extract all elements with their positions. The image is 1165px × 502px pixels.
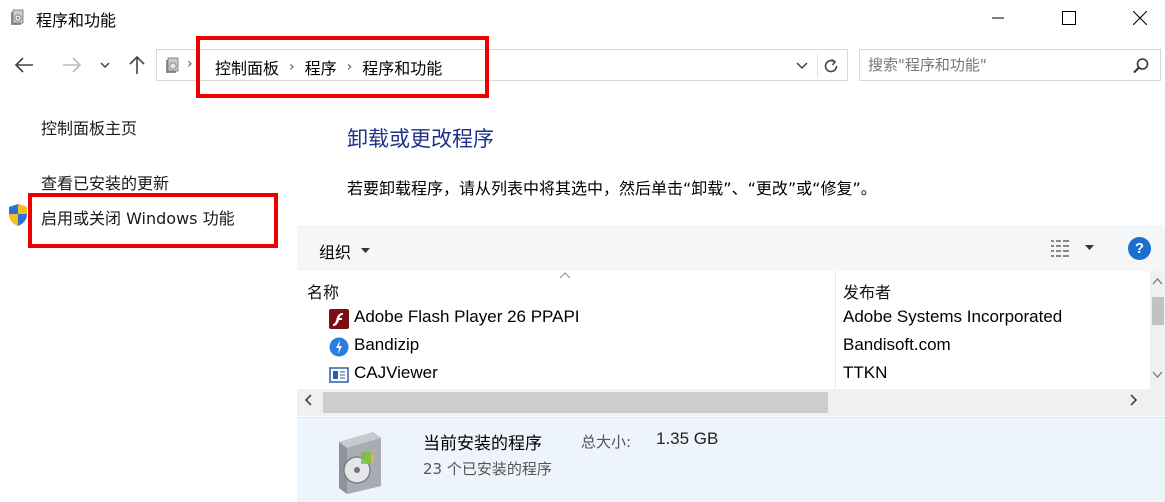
control-panel-icon — [166, 57, 179, 73]
vertical-scrollbar[interactable] — [1150, 271, 1165, 389]
link-view-installed-updates[interactable]: 查看已安装的更新 — [41, 170, 169, 194]
programs-list: 名称 发布者 Adobe Flash Player 26 PPAPI Adobe… — [297, 271, 1165, 416]
total-size-value: 1.35 GB — [656, 429, 719, 448]
forward-button[interactable] — [58, 52, 86, 78]
arrow-up-icon — [129, 55, 145, 74]
scroll-up-icon[interactable] — [1150, 275, 1165, 287]
flash-icon — [329, 309, 349, 329]
command-bar: 组织 ? — [297, 225, 1165, 271]
view-options-dropdown[interactable] — [1085, 239, 1099, 257]
organize-button[interactable]: 组织 — [319, 239, 371, 263]
refresh-icon — [824, 58, 837, 73]
bandizip-icon — [329, 337, 349, 357]
maximize-icon — [1062, 11, 1076, 25]
view-details-icon[interactable] — [1049, 237, 1075, 259]
program-publisher: TTKN — [843, 363, 888, 382]
chevron-down-icon — [796, 62, 808, 70]
minimize-icon — [992, 17, 1004, 19]
caret-down-icon — [361, 248, 371, 253]
installed-count: 23 个已安装的程序 — [423, 460, 552, 478]
vertical-scroll-thumb[interactable] — [1152, 297, 1164, 325]
cajviewer-icon — [329, 367, 349, 383]
program-name: CAJViewer — [354, 363, 438, 382]
column-header-name[interactable]: 名称 — [307, 279, 339, 303]
navigation-bar: › 控制面板 › 程序 › 程序和功能 — [0, 42, 1165, 88]
scroll-left-icon[interactable] — [303, 393, 313, 407]
details-title: 当前安装的程序 — [423, 434, 542, 454]
refresh-button[interactable] — [817, 54, 843, 78]
search-icon[interactable] — [1132, 57, 1150, 75]
horizontal-scrollbar[interactable] — [297, 389, 1165, 416]
page-description: 若要卸载程序，请从列表中将其选中，然后单击“卸载”、“更改”或“修复”。 — [347, 179, 877, 198]
breadcrumb-separator-icon[interactable]: › — [187, 56, 193, 72]
scroll-right-icon[interactable] — [1129, 393, 1139, 407]
breadcrumb-separator-icon[interactable]: › — [283, 59, 301, 75]
window-title: 程序和功能 — [36, 11, 117, 30]
column-header-publisher[interactable]: 发布者 — [843, 279, 891, 303]
maximize-button[interactable] — [1046, 0, 1092, 36]
sort-ascending-icon — [559, 272, 571, 279]
search-input[interactable] — [868, 54, 1118, 76]
chevron-down-icon — [100, 62, 110, 69]
title-bar: 程序和功能 — [0, 0, 1165, 36]
breadcrumb-programs-features[interactable]: 程序和功能 — [358, 55, 446, 79]
recent-locations-button[interactable] — [96, 52, 114, 78]
page-title: 卸载或更改程序 — [347, 127, 494, 151]
minimize-button[interactable] — [975, 0, 1021, 36]
link-control-panel-home[interactable]: 控制面板主页 — [41, 115, 137, 139]
breadcrumb-control-panel[interactable]: 控制面板 — [211, 55, 283, 79]
arrow-left-icon — [14, 57, 33, 73]
breadcrumb-separator-icon[interactable]: › — [341, 59, 359, 75]
program-name: Adobe Flash Player 26 PPAPI — [354, 307, 580, 326]
help-icon[interactable]: ? — [1128, 237, 1151, 260]
programs-features-icon — [11, 9, 24, 25]
address-bar[interactable]: › 控制面板 › 程序 › 程序和功能 — [156, 49, 848, 81]
uac-shield-icon — [9, 204, 27, 226]
address-dropdown-button[interactable] — [791, 56, 813, 76]
list-item[interactable]: CAJViewer TTKN — [297, 360, 1147, 388]
program-publisher: Bandisoft.com — [843, 335, 951, 354]
scroll-down-icon[interactable] — [1150, 369, 1165, 381]
back-button[interactable] — [10, 52, 38, 78]
list-item[interactable]: Adobe Flash Player 26 PPAPI Adobe System… — [297, 304, 1147, 332]
breadcrumb-programs[interactable]: 程序 — [301, 55, 341, 79]
organize-label: 组织 — [319, 243, 352, 262]
breadcrumb: 控制面板 › 程序 › 程序和功能 — [211, 55, 446, 79]
details-pane: 当前安装的程序 总大小: 1.35 GB 23 个已安装的程序 — [297, 417, 1165, 502]
program-name: Bandizip — [354, 335, 420, 354]
arrow-right-icon — [63, 57, 82, 73]
program-publisher: Adobe Systems Incorporated — [843, 307, 1063, 326]
link-turn-windows-features[interactable]: 启用或关闭 Windows 功能 — [41, 205, 235, 229]
caret-down-icon — [1085, 245, 1094, 250]
close-icon — [1133, 11, 1147, 25]
close-button[interactable] — [1117, 0, 1163, 36]
up-button[interactable] — [124, 52, 150, 78]
horizontal-scroll-thumb[interactable] — [323, 392, 828, 413]
installed-programs-icon — [339, 432, 381, 494]
search-box[interactable] — [859, 49, 1161, 81]
list-item[interactable]: Bandizip Bandisoft.com — [297, 332, 1147, 360]
total-size-label: 总大小: — [581, 433, 632, 451]
